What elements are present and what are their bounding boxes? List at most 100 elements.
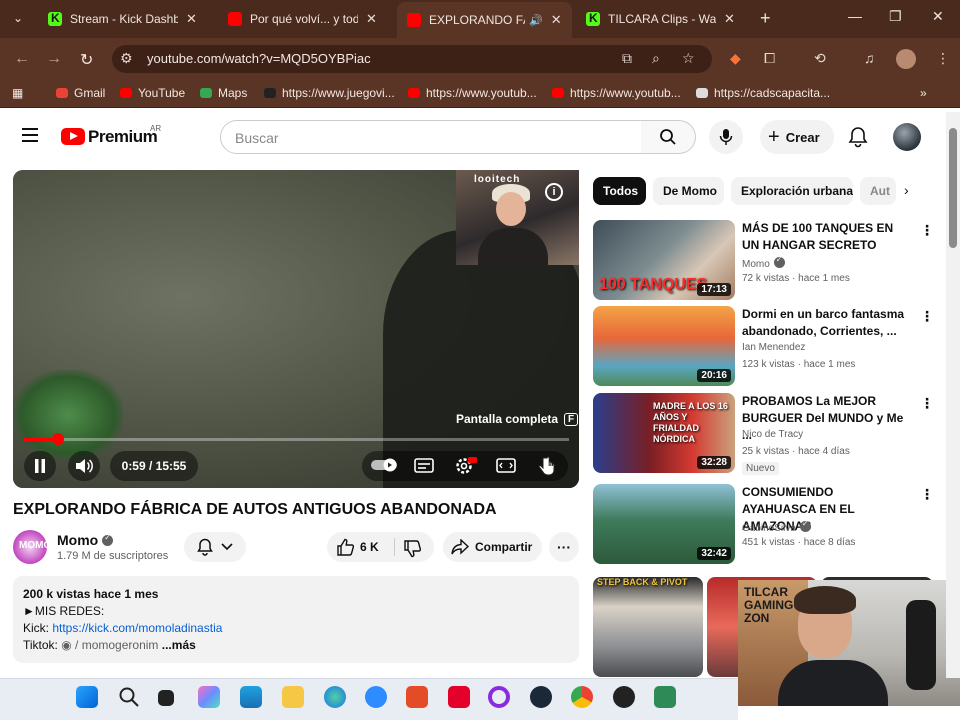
browser-tab-1[interactable]: Stream - Kick Dashboa ✕ bbox=[38, 4, 207, 34]
voice-search-button[interactable] bbox=[709, 120, 743, 154]
back-icon[interactable]: ← bbox=[14, 50, 30, 68]
like-button[interactable] bbox=[336, 538, 355, 561]
steam-icon[interactable] bbox=[530, 686, 552, 708]
youtube-logo-icon[interactable] bbox=[61, 128, 85, 145]
like-count[interactable]: 6 K bbox=[360, 540, 379, 554]
more-vertical-icon[interactable]: ⋮ bbox=[920, 395, 934, 412]
channel-avatar[interactable]: MOMO bbox=[13, 530, 51, 564]
extension-fox-icon[interactable]: ◆ bbox=[730, 50, 741, 67]
bookmark-gmail[interactable]: Gmail bbox=[56, 86, 105, 100]
app-icon[interactable] bbox=[488, 686, 510, 708]
tab-search-icon[interactable]: ⌄ bbox=[10, 11, 26, 27]
media-control-icon[interactable]: ♫ bbox=[864, 50, 875, 66]
store-icon[interactable] bbox=[240, 686, 262, 708]
recommendation-item[interactable]: 20:16 Dormi en un barco fantasma abandon… bbox=[593, 306, 938, 386]
video-title[interactable]: MÁS DE 100 TANQUES EN UN HANGAR SECRETO bbox=[742, 220, 910, 254]
app-icon[interactable] bbox=[654, 686, 676, 708]
bookmark-star-icon[interactable]: ☆ bbox=[682, 50, 695, 67]
profile-avatar[interactable] bbox=[896, 49, 916, 69]
account-avatar[interactable] bbox=[893, 123, 921, 151]
reload-icon[interactable]: ↻ bbox=[80, 50, 93, 70]
video-thumbnail[interactable]: 32:42 bbox=[593, 484, 735, 564]
browser-tab-4[interactable]: TILCARA Clips - Watch ✕ bbox=[576, 4, 745, 34]
scrollbar-thumb[interactable] bbox=[949, 128, 957, 248]
youtube-premium-brand[interactable]: Premium bbox=[88, 127, 158, 147]
apps-grid-icon[interactable]: ▦ bbox=[12, 86, 23, 100]
chip-de-momo[interactable]: De Momo bbox=[653, 177, 724, 205]
zoom-app-icon[interactable] bbox=[365, 686, 387, 708]
recommendation-item[interactable]: MADRE A LOS 16 AÑOS Y FRIALDAD NÓRDICA 3… bbox=[593, 393, 938, 475]
show-more-link[interactable]: ...más bbox=[162, 638, 196, 652]
miniplayer-button[interactable] bbox=[496, 458, 516, 478]
obs-icon[interactable] bbox=[613, 686, 635, 708]
close-tab-icon[interactable]: ✕ bbox=[186, 11, 197, 27]
channel-name[interactable]: Nico de Tracy bbox=[742, 429, 803, 440]
volume-button[interactable] bbox=[68, 451, 100, 481]
video-title[interactable]: Dormi en un barco fantasma abandonado, C… bbox=[742, 306, 910, 340]
task-view-icon[interactable] bbox=[158, 690, 174, 706]
bookmark-youtube-2[interactable]: https://www.youtub... bbox=[408, 86, 537, 100]
recommendation-item[interactable]: 32:42 CONSUMIENDO AYAHUASCA EN EL AMAZON… bbox=[593, 484, 938, 564]
channel-name[interactable]: GabinoSilva bbox=[742, 523, 796, 534]
share-button[interactable]: Compartir bbox=[443, 532, 542, 562]
audio-playing-icon[interactable]: 🔊 bbox=[529, 14, 543, 27]
browser-tab-2[interactable]: Por qué volví... y todo ✕ bbox=[218, 4, 387, 34]
taskbar-search-icon[interactable] bbox=[118, 686, 140, 708]
video-thumbnail[interactable]: 20:16 bbox=[593, 306, 735, 386]
search-button[interactable] bbox=[641, 120, 696, 154]
install-app-icon[interactable]: ⧉ bbox=[622, 50, 632, 67]
new-tab-button[interactable]: + bbox=[760, 8, 771, 29]
chips-next-icon[interactable]: › bbox=[904, 182, 909, 198]
chip-todos[interactable]: Todos bbox=[593, 177, 646, 205]
guide-menu-icon[interactable] bbox=[22, 128, 38, 142]
url-text[interactable]: youtube.com/watch?v=MQD5OYBPiac bbox=[147, 51, 371, 66]
notifications-button[interactable] bbox=[848, 126, 868, 153]
short-thumbnail[interactable]: STEP BACK & PIVOT bbox=[593, 577, 703, 677]
more-bookmarks-icon[interactable]: » bbox=[920, 86, 927, 100]
minimize-icon[interactable]: — bbox=[848, 8, 862, 24]
channel-name[interactable]: Momo bbox=[57, 532, 98, 548]
browser-tab-3-active[interactable]: EXPLORANDO FÁB 🔊 ✕ bbox=[397, 2, 572, 38]
kick-link[interactable]: https://kick.com/momoladinastia bbox=[52, 621, 222, 635]
bookmark-youtube-3[interactable]: https://www.youtub... bbox=[552, 86, 681, 100]
close-tab-icon[interactable]: ✕ bbox=[366, 11, 377, 27]
edge-icon[interactable] bbox=[324, 686, 346, 708]
description-box[interactable]: 200 k vistas hace 1 mes ►MIS REDES: Kick… bbox=[13, 576, 579, 663]
extensions-icon[interactable]: ⧠ bbox=[764, 50, 775, 67]
channel-name[interactable]: Momo bbox=[742, 259, 770, 270]
zoom-icon[interactable]: ⌕ bbox=[652, 50, 660, 67]
subtitles-button[interactable] bbox=[414, 458, 434, 478]
recommendation-item[interactable]: 100 TANQUES 17:13 MÁS DE 100 TANQUES EN … bbox=[593, 220, 938, 300]
dislike-button[interactable] bbox=[403, 540, 422, 563]
autoplay-toggle[interactable] bbox=[371, 458, 397, 477]
chrome-icon[interactable] bbox=[571, 686, 593, 708]
progress-bar[interactable] bbox=[24, 433, 569, 445]
video-thumbnail[interactable]: 100 TANQUES 17:13 bbox=[593, 220, 735, 300]
close-tab-icon[interactable]: ✕ bbox=[724, 11, 735, 27]
bookmark-youtube[interactable]: YouTube bbox=[120, 86, 185, 100]
search-input[interactable]: Buscar bbox=[220, 120, 642, 154]
video-thumbnail[interactable]: MADRE A LOS 16 AÑOS Y FRIALDAD NÓRDICA 3… bbox=[593, 393, 735, 473]
site-info-icon[interactable]: ⚙ bbox=[120, 50, 133, 67]
more-actions-button[interactable]: ··· bbox=[549, 532, 579, 562]
chrome-menu-icon[interactable]: ⋮ bbox=[936, 50, 950, 67]
channel-name-row[interactable]: Momo bbox=[57, 532, 114, 548]
subscribed-notifications-button[interactable] bbox=[184, 532, 246, 562]
close-tab-icon[interactable]: ✕ bbox=[551, 12, 562, 28]
file-explorer-icon[interactable] bbox=[282, 686, 304, 708]
bookmark-cadscapacita[interactable]: https://cadscapacita... bbox=[696, 86, 830, 100]
tiktok-handle[interactable]: / momogeronim bbox=[72, 638, 158, 652]
progress-scrubber[interactable] bbox=[51, 433, 64, 445]
chip-autos[interactable]: Aut bbox=[860, 177, 896, 205]
channel-name[interactable]: Ian Menendez bbox=[742, 342, 805, 353]
close-window-icon[interactable]: ✕ bbox=[932, 8, 944, 25]
more-vertical-icon[interactable]: ⋮ bbox=[920, 308, 934, 325]
copilot-icon[interactable] bbox=[198, 686, 220, 708]
windows-start-icon[interactable] bbox=[76, 686, 98, 708]
bookmark-juegovi[interactable]: https://www.juegovi... bbox=[264, 86, 395, 100]
more-vertical-icon[interactable]: ⋮ bbox=[920, 222, 934, 239]
more-vertical-icon[interactable]: ⋮ bbox=[920, 486, 934, 503]
bookmark-maps[interactable]: Maps bbox=[200, 86, 247, 100]
info-icon[interactable]: i bbox=[545, 183, 563, 201]
chip-exploracion-urbana[interactable]: Exploración urbana bbox=[731, 177, 853, 205]
